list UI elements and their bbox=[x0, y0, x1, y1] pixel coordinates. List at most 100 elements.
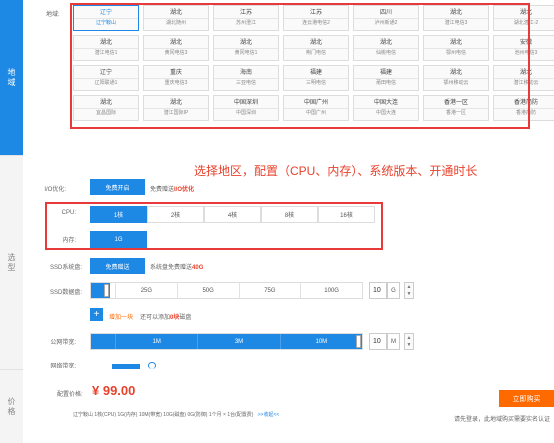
buy-now-button[interactable]: 立即购买 bbox=[499, 390, 554, 407]
area-option-province: 中国广州 bbox=[303, 99, 328, 106]
area-option[interactable]: 重庆 重庆电信3 bbox=[143, 65, 209, 91]
area-option[interactable]: 湖北 潜江电信1 bbox=[73, 35, 139, 61]
area-option[interactable]: 湖北 荆门电信 bbox=[283, 35, 349, 61]
ssd-data-slider-tick[interactable]: 50G bbox=[176, 283, 239, 298]
area-option[interactable]: 安徽 池州电信3 bbox=[493, 35, 554, 61]
area-option-province: 重庆 bbox=[169, 69, 182, 76]
bandwidth-spinner[interactable]: ▲ ▼ bbox=[404, 333, 414, 350]
bandwidth-value-field[interactable]: 10 bbox=[369, 333, 387, 350]
ssd-system-free-button[interactable]: 免费赠送 bbox=[90, 258, 145, 274]
io-hint-bold: I/O优化 bbox=[174, 187, 195, 193]
sidebar-price: 价格 bbox=[0, 369, 23, 443]
cpu-option[interactable]: 4核 bbox=[204, 206, 261, 223]
io-enable-button[interactable]: 免费开启 bbox=[90, 179, 145, 195]
area-option-node: 辽宁鞍山 bbox=[74, 17, 138, 28]
area-option[interactable]: 湖北 潜江电信3 bbox=[423, 5, 489, 31]
bandwidth-slider-tick[interactable]: 10M bbox=[279, 334, 362, 349]
area-option-province: 中国深圳 bbox=[233, 99, 258, 106]
area-option-province: 香港一区 bbox=[443, 99, 468, 106]
area-option[interactable]: 海南 三亚电信 bbox=[213, 65, 279, 91]
area-option-province: 辽宁 bbox=[99, 9, 112, 16]
area-option-node: 莆田电信 bbox=[354, 77, 418, 88]
bandwidth-slider-tick[interactable]: 1M bbox=[115, 334, 197, 349]
area-option-node: 鄂州移动云 bbox=[424, 77, 488, 88]
ssd-data-slider-handle[interactable] bbox=[104, 284, 109, 297]
area-option[interactable]: 中国深圳 中国深圳 bbox=[213, 95, 279, 121]
bandwidth-slider-tick[interactable]: 3M bbox=[197, 334, 279, 349]
area-option-node: 黄冈电信3 bbox=[144, 47, 208, 58]
area-option-province: 湖北 bbox=[169, 9, 182, 16]
area-option[interactable]: 湖北 仙桃电信 bbox=[353, 35, 419, 61]
login-hint: 请先登录，此地域购买需要实名认证 bbox=[454, 417, 551, 423]
area-option-node: 潜江电信3 bbox=[424, 17, 488, 28]
network-bandwidth-label: 网络带宽: bbox=[50, 364, 76, 368]
ssd-data-spinner[interactable]: ▲ ▼ bbox=[404, 282, 414, 299]
ssd-data-slider-tick[interactable]: 100G bbox=[300, 283, 362, 298]
area-option-province: 湖北 bbox=[309, 39, 322, 46]
area-option-province: 湖北 bbox=[239, 39, 252, 46]
area-option-province: 湖北 bbox=[169, 99, 182, 106]
add-disk-hint-bold: 0块 bbox=[170, 315, 180, 321]
ssd-data-label: SSD数据盘: bbox=[49, 290, 82, 296]
price-label: 配置价格: bbox=[57, 392, 83, 398]
collapse-link[interactable]: >>收起<< bbox=[258, 412, 280, 418]
ssd-data-value-field[interactable]: 10 bbox=[369, 282, 387, 299]
cpu-option[interactable]: 2核 bbox=[147, 206, 204, 223]
area-option-province: 湖北 bbox=[99, 99, 112, 106]
area-option[interactable]: 湖北 湖北随州 bbox=[143, 5, 209, 31]
ssd-data-slider-tick[interactable]: 75G bbox=[238, 283, 301, 298]
spin-up-icon[interactable]: ▲ bbox=[407, 335, 412, 342]
area-option-node: 中国广州 bbox=[284, 107, 348, 118]
ssd-data-slider-tick[interactable]: 25G bbox=[115, 283, 177, 298]
area-option[interactable]: 香港一区 香港一区 bbox=[423, 95, 489, 121]
spin-down-icon[interactable]: ▼ bbox=[407, 291, 412, 298]
bandwidth-slider[interactable]: 1M 3M 10M bbox=[90, 333, 363, 350]
area-option-province: 辽宁 bbox=[99, 69, 112, 76]
spin-down-icon[interactable]: ▼ bbox=[407, 342, 412, 349]
memory-label: 内存: bbox=[62, 238, 76, 244]
ssd-system-hint: 系统盘免费赠送40G bbox=[150, 262, 203, 271]
area-option[interactable]: 湖北 湖北潜江-2 bbox=[493, 5, 554, 31]
area-option[interactable]: 湖北 鄂州电信 bbox=[423, 35, 489, 61]
area-option[interactable]: 辽宁 辽阳联通1 bbox=[73, 65, 139, 91]
spin-up-icon[interactable]: ▲ bbox=[407, 284, 412, 291]
ssd-data-slider[interactable]: 25G 50G 75G 100G bbox=[90, 282, 363, 299]
area-option-node: 潜江移动云 bbox=[494, 77, 554, 88]
area-option[interactable]: 辽宁 辽宁鞍山 bbox=[73, 5, 139, 31]
area-option[interactable]: 湖北 鄂州移动云 bbox=[423, 65, 489, 91]
area-option[interactable]: 中国广州 中国广州 bbox=[283, 95, 349, 121]
memory-option[interactable]: 1G bbox=[90, 231, 147, 248]
help-icon[interactable] bbox=[148, 362, 156, 369]
cpu-option[interactable]: 16核 bbox=[318, 206, 375, 223]
bandwidth-unit: M bbox=[387, 333, 400, 350]
cut-button[interactable] bbox=[112, 364, 140, 369]
add-disk-plus-button[interactable]: + bbox=[90, 308, 103, 321]
area-option[interactable]: 湖北 黄冈电信1 bbox=[213, 35, 279, 61]
area-label: 地域: bbox=[46, 12, 60, 18]
area-option[interactable]: 中国大连 中国大连 bbox=[353, 95, 419, 121]
cpu-option[interactable]: 8核 bbox=[261, 206, 318, 223]
area-option[interactable]: 四川 泸州新通2 bbox=[353, 5, 419, 31]
area-option[interactable]: 江苏 连云港电信2 bbox=[283, 5, 349, 31]
area-option-node: 黄冈电信1 bbox=[214, 47, 278, 58]
area-option-province: 福建 bbox=[379, 69, 392, 76]
area-option[interactable]: 福建 三明电信 bbox=[283, 65, 349, 91]
add-disk-link[interactable]: 增加一块 bbox=[109, 312, 133, 321]
area-option-province: 四川 bbox=[379, 9, 392, 16]
bandwidth-slider-handle[interactable] bbox=[356, 335, 361, 348]
cpu-option[interactable]: 1核 bbox=[90, 206, 147, 223]
area-option[interactable]: 香港简防 香港简防 bbox=[493, 95, 554, 121]
area-option[interactable]: 江苏 苏州澄江 bbox=[213, 5, 279, 31]
area-option-province: 湖北 bbox=[379, 39, 392, 46]
area-option[interactable]: 福建 莆田电信 bbox=[353, 65, 419, 91]
area-option[interactable]: 湖北 黄冈电信3 bbox=[143, 35, 209, 61]
sidebar-price-label: 价格 bbox=[7, 396, 16, 417]
area-option-province: 湖北 bbox=[449, 9, 462, 16]
area-option-node: 中国大连 bbox=[354, 107, 418, 118]
area-option[interactable]: 湖北 潜江移动云 bbox=[493, 65, 554, 91]
area-option[interactable]: 湖北 宜昌国际 bbox=[73, 95, 139, 121]
area-option-province: 香港简防 bbox=[513, 99, 538, 106]
add-disk-hint-prefix: 还可以添加 bbox=[140, 315, 171, 321]
area-option[interactable]: 湖北 潜江国际IP bbox=[143, 95, 209, 121]
area-option-province: 湖北 bbox=[519, 9, 532, 16]
